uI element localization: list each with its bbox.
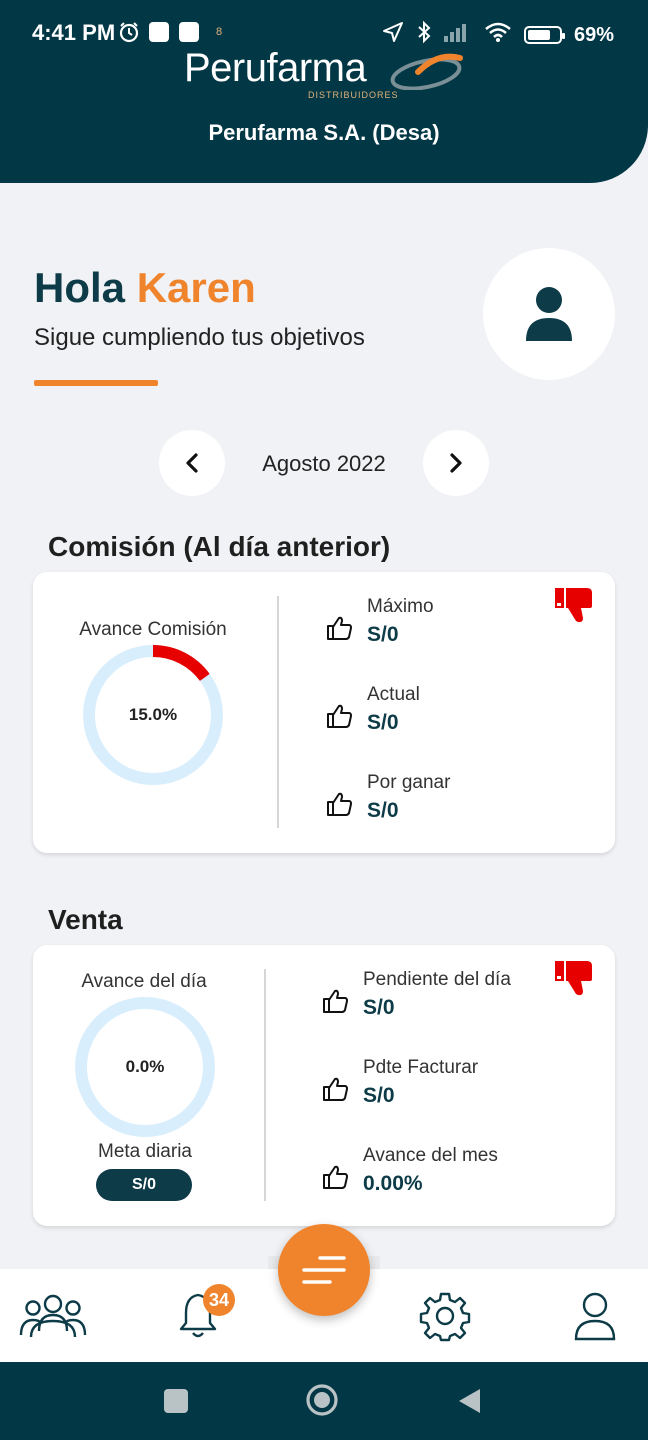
home-button[interactable] xyxy=(305,1383,339,1417)
metric-label: Pdte Facturar xyxy=(363,1057,479,1078)
chevron-right-icon xyxy=(450,453,462,473)
status-icons-right: 69% xyxy=(382,20,614,50)
team-icon xyxy=(19,1294,87,1338)
alarm-icon xyxy=(118,21,140,43)
greeting-user-name: Karen xyxy=(136,264,256,311)
brand-logo-icon xyxy=(390,53,463,90)
thumbs-up-icon xyxy=(327,792,352,816)
thumbs-up-icon xyxy=(327,704,352,728)
metric-value: S/0 xyxy=(367,799,399,822)
vscode-icon xyxy=(178,21,200,43)
thumbs-up-icon xyxy=(323,1077,348,1101)
status-time: 4:41 PM xyxy=(32,20,116,45)
comision-ring-label: Avance Comisión xyxy=(79,619,227,640)
comision-progress-ring: 15.0% xyxy=(81,643,225,787)
metric-value: S/0 xyxy=(367,623,399,646)
home-circle-icon xyxy=(306,1384,338,1416)
nav-settings-button[interactable] xyxy=(416,1289,474,1343)
thumbs-up-icon xyxy=(323,989,348,1013)
thumbs-down-icon xyxy=(555,961,592,996)
status-icons-left: 8 xyxy=(118,21,222,43)
system-navigation-bar xyxy=(0,1362,648,1440)
venta-card: Avance del día 0.0% Meta diaria S/0 Pend… xyxy=(33,945,615,1226)
previous-month-button[interactable] xyxy=(159,430,225,496)
status-small-text: 8 xyxy=(216,26,223,38)
nav-team-button[interactable] xyxy=(18,1289,88,1343)
recent-apps-button[interactable] xyxy=(161,1386,191,1416)
greeting-underline xyxy=(34,380,158,386)
metric-label: Por ganar xyxy=(367,772,451,793)
period-label: Agosto 2022 xyxy=(262,451,386,476)
battery-level: 69% xyxy=(573,23,614,46)
greeting-title: Hola Karen xyxy=(34,264,256,312)
metric-value: 0.00% xyxy=(363,1172,423,1195)
metric-value: S/0 xyxy=(367,711,399,734)
venta-ring-value: 0.0% xyxy=(125,1057,165,1076)
user-icon xyxy=(574,1292,616,1341)
comision-divider xyxy=(277,596,279,828)
brand-subtitle: DISTRIBUIDORES xyxy=(308,90,399,100)
comision-ring-value: 15.0% xyxy=(128,705,178,724)
square-icon xyxy=(164,1389,188,1413)
bluetooth-icon xyxy=(416,20,432,50)
metric-label: Avance del mes xyxy=(363,1145,498,1166)
thumbs-up-icon xyxy=(323,1165,348,1189)
venta-divider xyxy=(264,969,266,1201)
back-button[interactable] xyxy=(454,1386,484,1416)
greeting-hello: Hola xyxy=(34,264,126,311)
app-header: 4:41 PM 8 69% Perufarma DISTRIBUIDORES P… xyxy=(0,0,648,183)
nav-profile-button[interactable] xyxy=(570,1289,620,1343)
wifi-icon xyxy=(484,21,512,49)
metric-label: Pendiente del día xyxy=(363,969,511,990)
next-month-button[interactable] xyxy=(423,430,489,496)
comision-card: Avance Comisión 15.0% Máximo S/0 Actual … xyxy=(33,572,615,853)
metric-label: Máximo xyxy=(367,596,434,617)
meta-diaria-label: Meta diaria xyxy=(98,1141,192,1162)
meta-diaria-value: S/0 xyxy=(96,1169,192,1201)
venta-section-title: Venta xyxy=(48,904,123,935)
greeting-subtitle: Sigue cumpliendo tus objetivos xyxy=(34,324,365,351)
metric-value: S/0 xyxy=(363,996,395,1019)
venta-progress-ring: 0.0% xyxy=(73,995,217,1139)
outlook-icon xyxy=(148,21,170,43)
user-avatar-icon xyxy=(526,287,572,341)
venta-ring-label: Avance del día xyxy=(81,971,207,992)
profile-avatar[interactable] xyxy=(483,248,615,380)
menu-icon xyxy=(302,1256,346,1284)
thumbs-down-icon xyxy=(555,588,592,623)
metric-label: Actual xyxy=(367,684,420,705)
gear-icon xyxy=(419,1292,471,1342)
thumbs-up-icon xyxy=(327,616,352,640)
battery-icon xyxy=(523,26,565,44)
back-triangle-icon xyxy=(459,1389,480,1413)
signal-icon xyxy=(443,22,472,48)
comision-section-title: Comisión (Al día anterior) xyxy=(48,531,391,562)
chevron-left-icon xyxy=(186,453,198,473)
notification-badge: 34 xyxy=(203,1284,235,1316)
metric-value: S/0 xyxy=(363,1084,395,1107)
brand-name: Perufarma xyxy=(184,46,367,90)
company-name: Perufarma S.A. (Desa) xyxy=(208,120,440,145)
menu-fab-button[interactable] xyxy=(278,1224,370,1316)
location-icon xyxy=(382,21,404,49)
